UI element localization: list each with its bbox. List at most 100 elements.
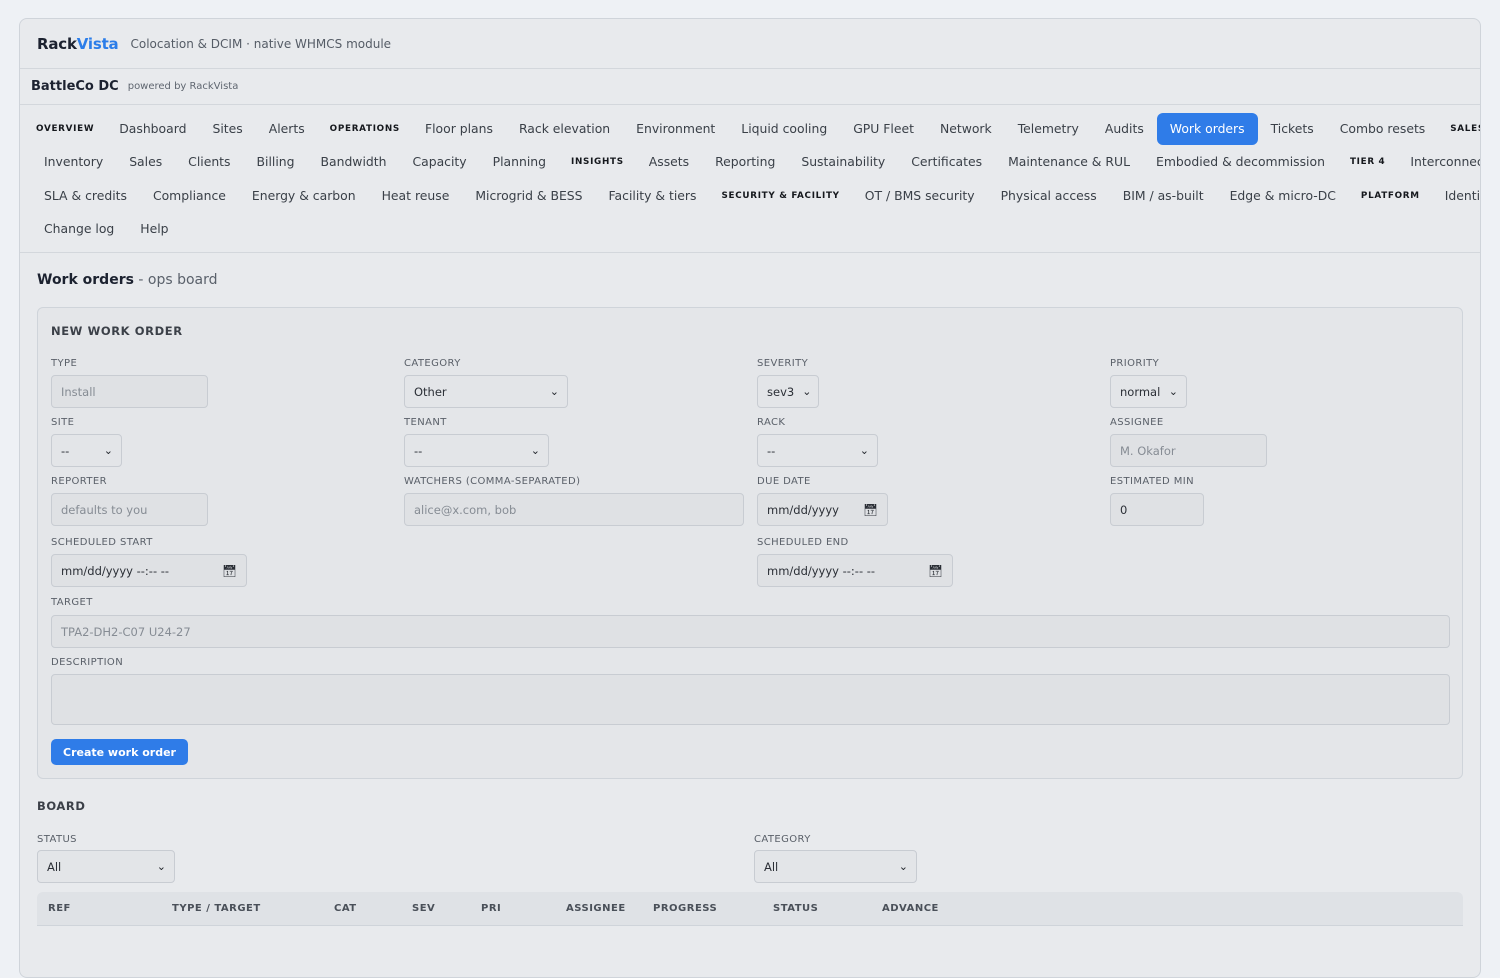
nav-item-audits[interactable]: Audits (1092, 113, 1157, 145)
nav-item-heat-reuse[interactable]: Heat reuse (369, 180, 463, 212)
powered-by: powered by RackVista (127, 81, 239, 92)
app-header: RackVista Colocation & DCIM · native WHM… (20, 19, 1480, 69)
watchers-input[interactable]: alice@x.com, bob (404, 493, 744, 526)
reporter-label: REPORTER (51, 476, 107, 487)
nav-item-bandwidth[interactable]: Bandwidth (308, 146, 400, 178)
nav-item-certificates[interactable]: Certificates (898, 146, 995, 178)
scheduled-start-placeholder: mm/dd/yyyy --:-- -- (61, 563, 170, 578)
column-header[interactable]: ASSIGNEE (566, 903, 626, 914)
nav-item-billing[interactable]: Billing (244, 146, 308, 178)
nav-item-facility-and-tiers[interactable]: Facility & tiers (596, 180, 710, 212)
nav-item-assets[interactable]: Assets (636, 146, 702, 178)
nav-item-edge-and-micro-dc[interactable]: Edge & micro-DC (1217, 180, 1349, 212)
nav-item-inventory[interactable]: Inventory (31, 146, 116, 178)
nav-item-sla-and-credits[interactable]: SLA & credits (31, 180, 140, 212)
nav-item-gpu-fleet[interactable]: GPU Fleet (840, 113, 927, 145)
column-header[interactable]: SEV (412, 903, 435, 914)
target-placeholder: TPA2-DH2-C07 U24-27 (61, 624, 191, 639)
nav-item-floor-plans[interactable]: Floor plans (412, 113, 506, 145)
calendar-icon[interactable]: 📅︎ (928, 564, 943, 578)
chevron-down-icon: ⌄ (898, 860, 908, 873)
estimated-min-input[interactable]: 0 (1110, 493, 1204, 526)
nav-item-sites[interactable]: Sites (199, 113, 255, 145)
nav-item-interconnection[interactable]: Interconnection (1397, 146, 1480, 178)
tenant-label: TENANT (404, 417, 447, 428)
main-content: Work orders - ops board NEW WORK ORDER T… (20, 272, 1480, 779)
nav-item-ot-bms-security[interactable]: OT / BMS security (852, 180, 988, 212)
calendar-icon[interactable]: 📅︎ (863, 503, 878, 517)
nav-item-maintenance-and-rul[interactable]: Maintenance & RUL (995, 146, 1143, 178)
nav-item-energy-and-carbon[interactable]: Energy & carbon (239, 180, 369, 212)
column-header[interactable]: STATUS (773, 903, 818, 914)
nav-item-capacity[interactable]: Capacity (399, 146, 479, 178)
column-header[interactable]: CAT (334, 903, 357, 914)
create-work-order-button[interactable]: Create work order (51, 739, 188, 765)
assignee-label: ASSIGNEE (1110, 417, 1164, 428)
column-header[interactable]: TYPE / TARGET (172, 903, 261, 914)
column-header[interactable]: REF (48, 903, 71, 914)
column-header[interactable]: PRI (481, 903, 501, 914)
rack-value: -- (767, 443, 776, 458)
nav-item-embodied-and-decommission[interactable]: Embodied & decommission (1143, 146, 1338, 178)
site-select[interactable]: -- ⌄ (51, 434, 122, 467)
nav-item-microgrid-and-bess[interactable]: Microgrid & BESS (462, 180, 595, 212)
assignee-input[interactable]: M. Okafor (1110, 434, 1267, 467)
tenant-select[interactable]: -- ⌄ (404, 434, 549, 467)
nav-item-dashboard[interactable]: Dashboard (106, 113, 199, 145)
nav-item-environment[interactable]: Environment (623, 113, 728, 145)
chevron-down-icon: ⌄ (530, 444, 540, 457)
tenant-bar: BattleCo DC powered by RackVista (20, 69, 1480, 105)
nav-item-combo-resets[interactable]: Combo resets (1327, 113, 1439, 145)
reporter-input[interactable]: defaults to you (51, 493, 208, 526)
category-filter-select[interactable]: All ⌄ (754, 850, 917, 883)
target-input[interactable]: TPA2-DH2-C07 U24-27 (51, 615, 1450, 648)
scheduled-start-label: SCHEDULED START (51, 537, 153, 548)
nav-item-identity[interactable]: Identity (1432, 180, 1480, 212)
severity-value: sev3 (767, 384, 795, 399)
nav-item-sustainability[interactable]: Sustainability (788, 146, 898, 178)
type-input[interactable]: Install (51, 375, 208, 408)
nav-item-planning[interactable]: Planning (480, 146, 559, 178)
nav-item-alerts[interactable]: Alerts (256, 113, 318, 145)
page-title: Work orders - ops board (37, 272, 218, 288)
nav-item-telemetry[interactable]: Telemetry (1005, 113, 1092, 145)
rack-select[interactable]: -- ⌄ (757, 434, 878, 467)
calendar-icon[interactable]: 📅︎ (222, 564, 237, 578)
column-header[interactable]: ADVANCE (882, 903, 939, 914)
chevron-down-icon: ⌄ (802, 385, 812, 398)
watchers-label: WATCHERS (COMMA-SEPARATED) (404, 476, 581, 487)
status-filter-value: All (47, 859, 62, 874)
nav-item-help[interactable]: Help (127, 213, 181, 245)
nav-item-physical-access[interactable]: Physical access (988, 180, 1110, 212)
card-title: NEW WORK ORDER (51, 324, 183, 338)
nav-item-liquid-cooling[interactable]: Liquid cooling (728, 113, 840, 145)
description-textarea[interactable] (51, 674, 1450, 725)
nav-item-clients[interactable]: Clients (175, 146, 243, 178)
scheduled-start-input[interactable]: mm/dd/yyyy --:-- -- 📅︎ (51, 554, 247, 587)
nav-item-reporting[interactable]: Reporting (702, 146, 788, 178)
brand-logo[interactable]: RackVista (37, 35, 119, 53)
category-select[interactable]: Other ⌄ (404, 375, 568, 408)
category-filter-value: All (764, 859, 779, 874)
estimated-min-label: ESTIMATED MIN (1110, 476, 1194, 487)
priority-select[interactable]: normal ⌄ (1110, 375, 1187, 408)
chevron-down-icon: ⌄ (549, 385, 559, 398)
nav-item-bim-as-built[interactable]: BIM / as-built (1110, 180, 1217, 212)
nav-item-rack-elevation[interactable]: Rack elevation (506, 113, 623, 145)
scheduled-end-input[interactable]: mm/dd/yyyy --:-- -- 📅︎ (757, 554, 953, 587)
nav-item-change-log[interactable]: Change log (31, 213, 127, 245)
column-header[interactable]: PROGRESS (653, 903, 717, 914)
tenant-value: -- (414, 443, 423, 458)
nav-item-compliance[interactable]: Compliance (140, 180, 239, 212)
chevron-down-icon: ⌄ (103, 444, 113, 457)
severity-select[interactable]: sev3 ⌄ (757, 375, 819, 408)
nav-item-network[interactable]: Network (927, 113, 1005, 145)
status-filter-select[interactable]: All ⌄ (37, 850, 175, 883)
due-date-input[interactable]: mm/dd/yyyy 📅︎ (757, 493, 888, 526)
nav-item-tickets[interactable]: Tickets (1258, 113, 1327, 145)
description-label: DESCRIPTION (51, 657, 124, 668)
nav-group-tier-4: TIER 4 (1349, 157, 1386, 168)
nav-item-work-orders[interactable]: Work orders (1156, 112, 1258, 145)
nav-item-sales[interactable]: Sales (116, 146, 175, 178)
app-tagline: Colocation & DCIM · native WHMCS module (130, 36, 392, 51)
